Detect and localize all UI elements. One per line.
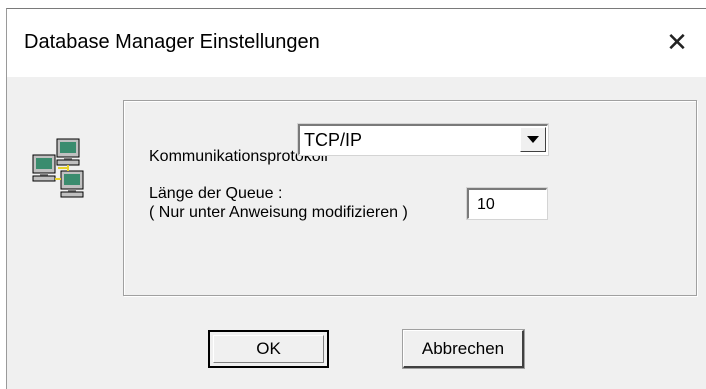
protocol-selected-value: TCP/IP xyxy=(304,130,363,150)
protocol-dropdown[interactable]: TCP/IP xyxy=(297,123,549,156)
window-title: Database Manager Einstellungen xyxy=(24,31,320,53)
network-computers-icon xyxy=(32,138,84,198)
queue-length-label: Länge der Queue : xyxy=(149,185,283,202)
cancel-button[interactable]: Abbrechen xyxy=(402,329,525,369)
ok-button-label: OK xyxy=(256,339,281,358)
ok-button[interactable]: OK xyxy=(208,330,329,368)
close-button[interactable]: ✕ xyxy=(662,27,692,57)
queue-length-hint: ( Nur unter Anweisung modifizieren ) xyxy=(149,204,408,221)
close-icon: ✕ xyxy=(666,26,688,57)
dropdown-arrow-button[interactable] xyxy=(520,127,546,152)
title-bar[interactable]: Database Manager Einstellungen ✕ xyxy=(7,9,706,77)
queue-length-input[interactable]: 10 xyxy=(466,187,548,220)
dialog-window: Database Manager Einstellungen ✕ Kommuni… xyxy=(6,8,706,389)
cancel-button-label: Abbrechen xyxy=(421,338,505,358)
chevron-down-icon xyxy=(527,136,539,143)
